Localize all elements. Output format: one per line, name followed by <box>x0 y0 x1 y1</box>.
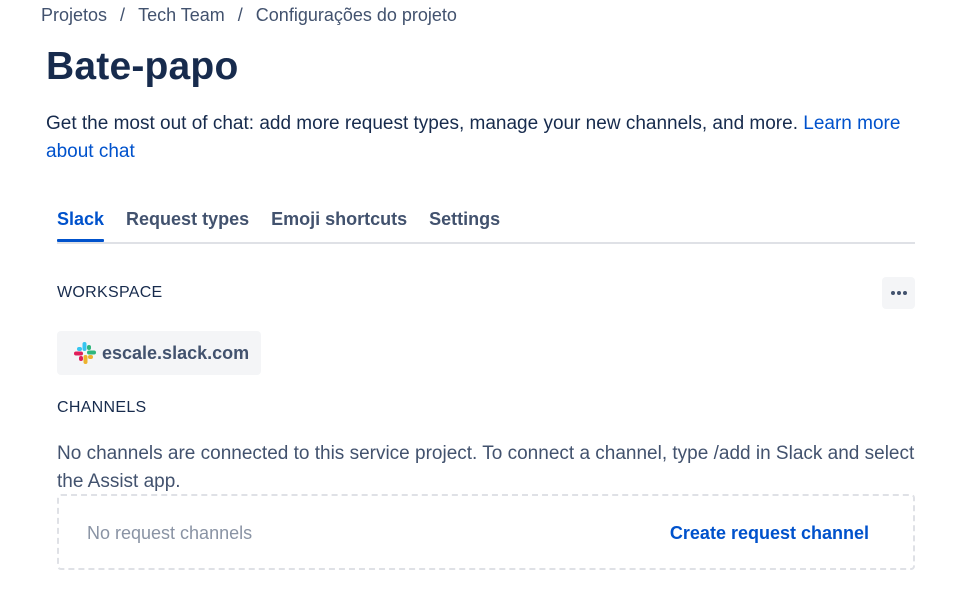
create-request-channel-button[interactable]: Create request channel <box>670 523 869 544</box>
slack-logo-icon <box>74 342 96 364</box>
channels-heading: CHANNELS <box>57 399 147 416</box>
more-actions-button[interactable] <box>882 277 915 309</box>
tab-settings[interactable]: Settings <box>429 196 500 240</box>
breadcrumb-item-projetos[interactable]: Projetos <box>41 5 107 26</box>
tab-slack[interactable]: Slack <box>57 196 105 242</box>
breadcrumb-item-tech-team[interactable]: Tech Team <box>138 5 225 26</box>
tab-emoji-shortcuts[interactable]: Emoji shortcuts <box>271 196 407 240</box>
breadcrumb: Projetos / Tech Team / Configurações do … <box>41 5 457 26</box>
breadcrumb-separator: / <box>237 5 243 25</box>
intro-text: Get the most out of chat: add more reque… <box>46 113 798 134</box>
breadcrumb-separator: / <box>120 5 126 25</box>
tab-request-types[interactable]: Request types <box>126 196 249 240</box>
workspace-heading: WORKSPACE <box>57 284 163 301</box>
workspace-chip: escale.slack.com <box>57 331 261 375</box>
page-title: Bate-papo <box>46 45 239 88</box>
empty-channels-text: No request channels <box>87 523 253 543</box>
more-horizontal-icon <box>890 291 907 295</box>
request-channels-box: No request channels Create request chann… <box>57 494 915 570</box>
breadcrumb-item-project-settings[interactable]: Configurações do projeto <box>256 5 457 26</box>
tab-bar: Slack Request types Emoji shortcuts Sett… <box>57 196 915 244</box>
channels-description: No channels are connected to this servic… <box>57 443 915 492</box>
workspace-name: escale.slack.com <box>102 342 250 363</box>
page-intro: Get the most out of chat: add more reque… <box>46 110 926 166</box>
